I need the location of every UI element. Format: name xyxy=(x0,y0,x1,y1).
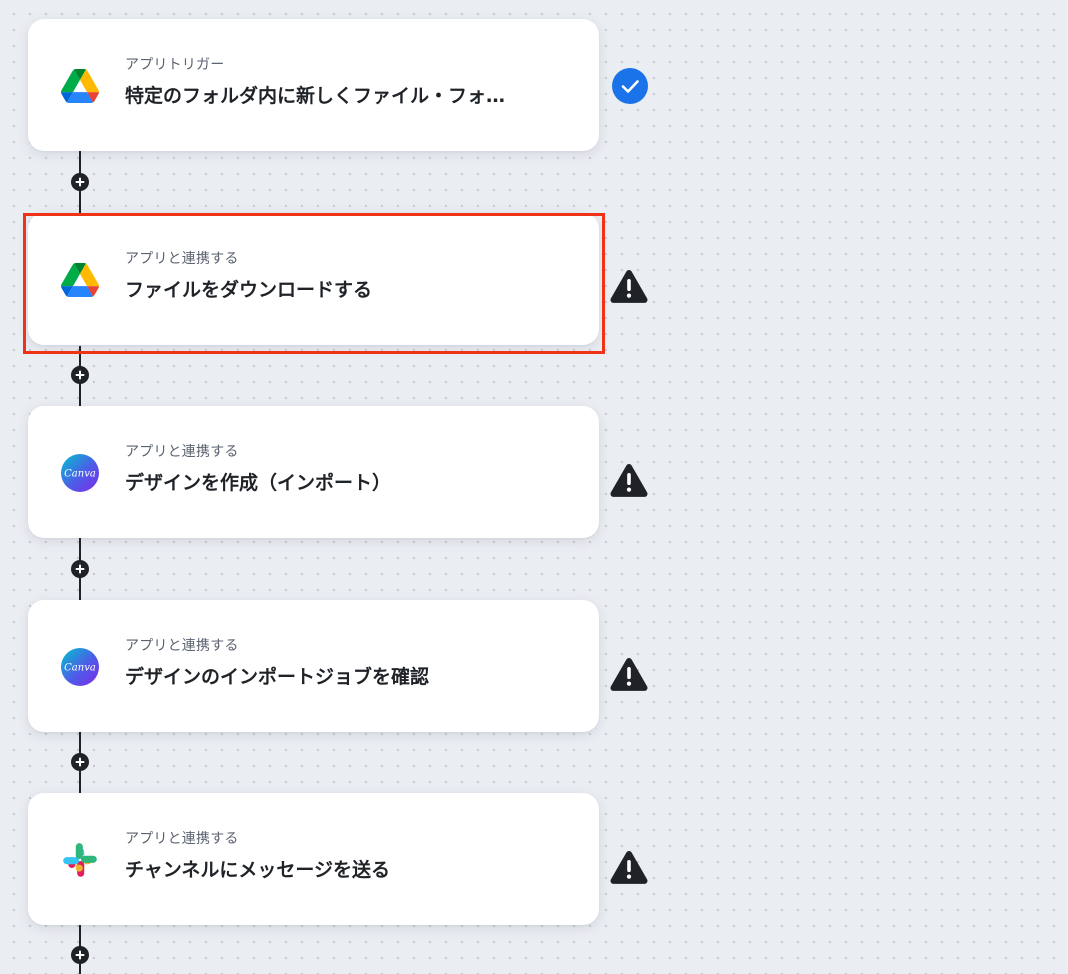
plus-icon xyxy=(75,564,85,574)
canva-logo-text: Canva xyxy=(64,663,96,674)
step-caption: アプリと連携する xyxy=(125,444,239,460)
canva-icon: Canva xyxy=(61,454,99,492)
flow-step-card[interactable]: アプリと連携する チャンネルにメッセージを送る xyxy=(28,793,599,925)
plus-icon xyxy=(75,370,85,380)
warning-icon xyxy=(610,850,648,884)
step-title: チャンネルにメッセージを送る xyxy=(125,859,391,881)
add-step-button[interactable] xyxy=(71,946,89,964)
canva-logo-text: Canva xyxy=(64,469,96,480)
step-caption: アプリトリガー xyxy=(125,57,225,73)
plus-icon xyxy=(75,950,85,960)
warning-icon xyxy=(610,463,648,497)
plus-icon xyxy=(75,757,85,767)
step-title: デザインを作成（インポート） xyxy=(125,472,392,494)
check-icon xyxy=(612,68,648,104)
flow-step-card[interactable]: アプリトリガー 特定のフォルダ内に新しくファイル・フォ… xyxy=(28,19,599,151)
step-title: ファイルをダウンロードする xyxy=(125,279,373,301)
add-step-button[interactable] xyxy=(71,366,89,384)
add-step-button[interactable] xyxy=(71,753,89,771)
step-caption: アプリと連携する xyxy=(125,251,239,267)
step-caption: アプリと連携する xyxy=(125,831,239,847)
google-drive-icon xyxy=(61,261,99,299)
canva-icon: Canva xyxy=(61,648,99,686)
flow-step-card[interactable]: Canva アプリと連携する デザインを作成（インポート） xyxy=(28,406,599,538)
slack-icon xyxy=(61,841,99,879)
step-title: 特定のフォルダ内に新しくファイル・フォ… xyxy=(125,85,506,107)
warning-icon xyxy=(610,657,648,691)
warning-icon xyxy=(610,269,648,303)
flow-step-card[interactable]: アプリと連携する ファイルをダウンロードする xyxy=(28,213,599,345)
plus-icon xyxy=(75,177,85,187)
add-step-button[interactable] xyxy=(71,560,89,578)
step-caption: アプリと連携する xyxy=(125,638,239,654)
step-title: デザインのインポートジョブを確認 xyxy=(125,666,430,688)
flow-step-card[interactable]: Canva アプリと連携する デザインのインポートジョブを確認 xyxy=(28,600,599,732)
add-step-button[interactable] xyxy=(71,173,89,191)
google-drive-icon xyxy=(61,67,99,105)
